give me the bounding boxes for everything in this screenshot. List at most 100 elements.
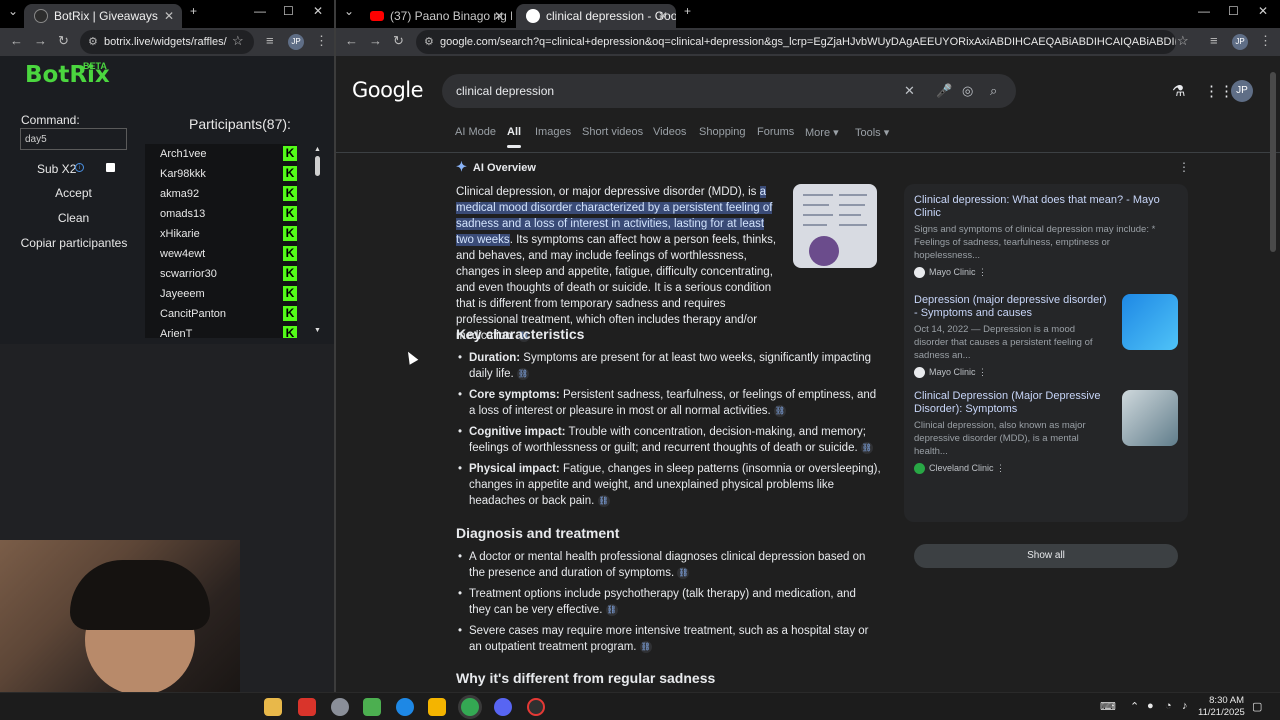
- obs-icon[interactable]: [527, 698, 545, 716]
- source-menu-icon[interactable]: ⋮: [996, 463, 1005, 473]
- file-explorer-icon[interactable]: [264, 698, 282, 716]
- tab-images[interactable]: Images: [535, 126, 571, 138]
- minimize-icon[interactable]: —: [254, 4, 266, 18]
- wps-icon[interactable]: [298, 698, 316, 716]
- tray-chevron-icon[interactable]: ⌃: [1130, 700, 1139, 713]
- source-title[interactable]: Depression (major depressive disorder) -…: [914, 294, 1110, 320]
- tab-more[interactable]: More ▾: [805, 126, 839, 139]
- media-icon[interactable]: ≡: [266, 33, 274, 48]
- page-scrollbar[interactable]: [1270, 72, 1276, 252]
- google-account-avatar[interactable]: JP: [1231, 80, 1253, 102]
- source-card[interactable]: Clinical depression: What does that mean…: [914, 194, 1178, 278]
- taskbar-clock[interactable]: 8:30 AM 11/21/2025: [1198, 695, 1245, 719]
- command-input[interactable]: [20, 128, 127, 150]
- participants-list[interactable]: Arch1vee K Kar98kkk K akma92 K omads13 K xHi…: [145, 144, 297, 338]
- tab-youtube[interactable]: (37) Paano Binago ng Kakaiban ✕: [360, 4, 512, 28]
- camera-lens-icon[interactable]: ◎: [962, 74, 973, 108]
- bookmark-star-icon[interactable]: ☆: [1177, 33, 1189, 49]
- app-icon[interactable]: [331, 698, 349, 716]
- more-options-icon[interactable]: ⋮: [1178, 160, 1190, 174]
- tab-botrix[interactable]: BotRix | Giveaways ✕: [24, 4, 182, 28]
- citation-link-icon[interactable]: ⛓: [516, 367, 529, 380]
- microphone-icon[interactable]: 🎤: [936, 74, 952, 108]
- tab-shopping[interactable]: Shopping: [699, 126, 746, 138]
- close-tab-icon[interactable]: ✕: [494, 4, 504, 28]
- clear-icon[interactable]: ✕: [904, 74, 915, 108]
- menu-icon[interactable]: ⋮: [315, 33, 328, 49]
- source-title[interactable]: Clinical depression: What does that mean…: [914, 194, 1178, 220]
- bookmark-star-icon[interactable]: ☆: [232, 33, 244, 49]
- maximize-icon[interactable]: ☐: [1228, 4, 1239, 18]
- edge-icon[interactable]: [396, 698, 414, 716]
- tab-videos[interactable]: Videos: [653, 126, 686, 138]
- maximize-icon[interactable]: ☐: [283, 4, 294, 18]
- search-icon[interactable]: ⌕: [990, 74, 997, 108]
- citation-link-icon[interactable]: ⛓: [605, 603, 618, 616]
- search-box[interactable]: clinical depression ✕ 🎤 ◎ ⌕: [442, 74, 1016, 108]
- citation-link-icon[interactable]: ⛓: [677, 566, 690, 579]
- source-thumbnail-image[interactable]: [1122, 294, 1178, 350]
- close-tab-icon[interactable]: ✕: [164, 4, 174, 28]
- microphone-tray-icon[interactable]: ●: [1147, 700, 1154, 712]
- tab-all[interactable]: All: [507, 126, 522, 148]
- tab-short-videos[interactable]: Short videos: [582, 126, 643, 138]
- tab-search-icon[interactable]: ⌄: [8, 4, 18, 18]
- close-window-icon[interactable]: ✕: [1258, 4, 1268, 18]
- depression-infographic-thumbnail[interactable]: [793, 184, 877, 268]
- site-info-icon[interactable]: ⚙: [424, 30, 434, 54]
- source-card[interactable]: Clinical Depression (Major Depressive Di…: [914, 390, 1110, 474]
- address-bar[interactable]: ⚙ botrix.live/widgets/raffles/: [80, 30, 254, 54]
- participants-scrollbar[interactable]: ▲ ▼: [313, 144, 321, 338]
- minimize-icon[interactable]: —: [1198, 4, 1210, 18]
- sub-x2-checkbox[interactable]: [106, 163, 115, 172]
- accept-button[interactable]: Accept: [20, 183, 127, 203]
- app-icon[interactable]: [428, 698, 446, 716]
- media-icon[interactable]: ≡: [1210, 33, 1218, 48]
- forward-icon[interactable]: →: [369, 33, 382, 48]
- back-icon[interactable]: ←: [10, 33, 23, 48]
- scroll-up-icon[interactable]: ▲: [314, 146, 321, 153]
- scroll-thumb[interactable]: [315, 156, 320, 176]
- source-menu-icon[interactable]: ⋮: [978, 367, 987, 377]
- site-info-icon[interactable]: ⚙: [88, 30, 98, 54]
- source-card[interactable]: Depression (major depressive disorder) -…: [914, 294, 1110, 378]
- search-input[interactable]: clinical depression: [456, 74, 554, 108]
- network-icon[interactable]: ◔: [1165, 700, 1172, 712]
- tab-google[interactable]: clinical depression - Google Se ✕: [516, 4, 676, 28]
- back-icon[interactable]: ←: [345, 33, 358, 48]
- profile-avatar[interactable]: JP: [1232, 34, 1248, 50]
- tab-forums[interactable]: Forums: [757, 126, 794, 138]
- forward-icon[interactable]: →: [34, 33, 47, 48]
- reload-icon[interactable]: ↻: [58, 33, 69, 49]
- volume-icon[interactable]: ♪: [1182, 700, 1188, 712]
- new-tab-icon[interactable]: +: [684, 4, 691, 18]
- apps-grid-icon[interactable]: ⋮⋮: [1204, 82, 1234, 100]
- tab-tools[interactable]: Tools ▾: [855, 126, 889, 139]
- clean-button[interactable]: Clean: [20, 208, 127, 228]
- address-bar[interactable]: ⚙ google.com/search?q=clinical+depressio…: [416, 30, 1176, 54]
- menu-icon[interactable]: ⋮: [1259, 33, 1272, 49]
- citation-link-icon[interactable]: ⛓: [773, 404, 786, 417]
- google-logo[interactable]: Google: [352, 78, 424, 102]
- new-tab-icon[interactable]: +: [190, 4, 197, 18]
- close-tab-icon[interactable]: ✕: [658, 4, 668, 28]
- reload-icon[interactable]: ↻: [393, 33, 404, 49]
- citation-link-icon[interactable]: ⛓: [860, 441, 873, 454]
- tab-ai-mode[interactable]: AI Mode: [455, 126, 496, 138]
- keyboard-icon[interactable]: ⌨: [1100, 700, 1116, 713]
- chrome-icon[interactable]: [461, 698, 479, 716]
- scroll-down-icon[interactable]: ▼: [314, 327, 321, 334]
- close-window-icon[interactable]: ✕: [313, 4, 323, 18]
- profile-avatar[interactable]: JP: [288, 34, 304, 50]
- notification-icon[interactable]: ▢: [1252, 700, 1262, 713]
- citation-link-icon[interactable]: ⛓: [597, 494, 610, 507]
- citation-link-icon[interactable]: ⛓: [639, 640, 652, 653]
- source-menu-icon[interactable]: ⋮: [978, 267, 987, 277]
- info-icon[interactable]: i: [75, 163, 84, 172]
- calculator-icon[interactable]: [363, 698, 381, 716]
- show-all-button[interactable]: Show all: [914, 544, 1178, 568]
- source-thumbnail-image[interactable]: [1122, 390, 1178, 446]
- source-title[interactable]: Clinical Depression (Major Depressive Di…: [914, 390, 1110, 416]
- copy-participants-button[interactable]: Copiar participantes: [20, 233, 128, 253]
- labs-flask-icon[interactable]: ⚗: [1172, 82, 1185, 100]
